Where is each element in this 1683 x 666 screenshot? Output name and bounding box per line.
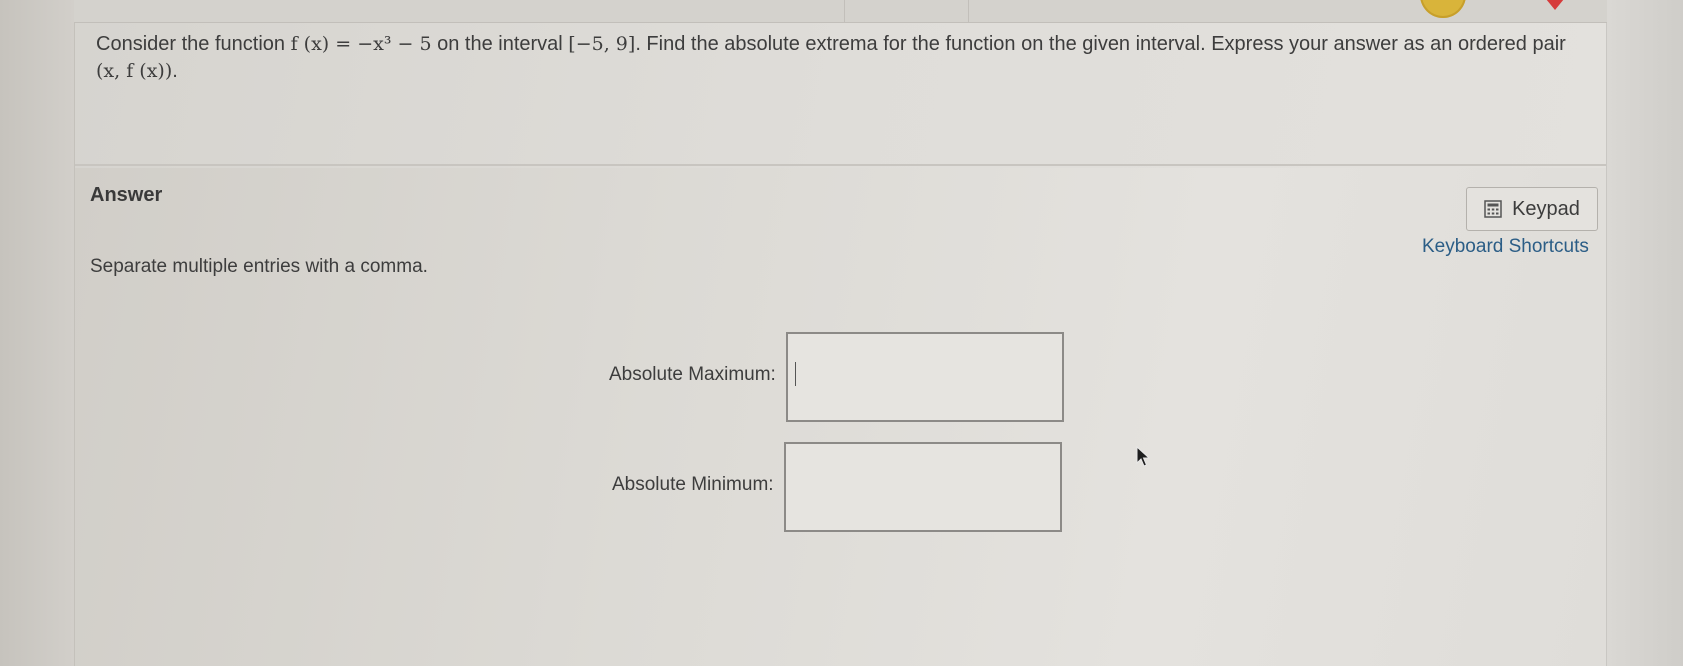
ordered-pair-expression: (x, f (x)): [96, 60, 173, 82]
right-margin: [1606, 0, 1683, 666]
top-toolbar-strip: [74, 0, 1607, 23]
absolute-maximum-label: Absolute Maximum:: [609, 364, 776, 385]
section-divider: [75, 164, 1606, 166]
alert-badge-icon[interactable]: [1537, 0, 1573, 10]
answer-heading: Answer: [90, 184, 163, 206]
question-text: Consider the function f (x) = −x³ − 5 on…: [96, 31, 1586, 85]
keypad-icon: [1484, 200, 1502, 218]
interval-expression: [−5, 9]: [568, 33, 636, 55]
question-end: .: [172, 60, 178, 82]
absolute-minimum-label: Absolute Minimum:: [612, 474, 774, 495]
keyboard-shortcuts-link[interactable]: Keyboard Shortcuts: [1422, 236, 1589, 258]
left-margin: [0, 0, 75, 666]
absolute-maximum-input[interactable]: [786, 332, 1064, 422]
question-lead: Consider the function: [96, 33, 286, 55]
keypad-label: Keypad: [1512, 197, 1580, 220]
question-mid: on the interval: [437, 33, 563, 55]
mouse-cursor-icon: [1136, 446, 1151, 467]
absolute-minimum-input[interactable]: [784, 442, 1062, 532]
keypad-button[interactable]: Keypad: [1466, 187, 1598, 231]
function-expression: f (x) = −x³ − 5: [290, 33, 432, 55]
text-caret: [795, 362, 796, 386]
question-tail: . Find the absolute extrema for the func…: [635, 33, 1566, 55]
answer-instructions: Separate multiple entries with a comma.: [90, 256, 428, 277]
